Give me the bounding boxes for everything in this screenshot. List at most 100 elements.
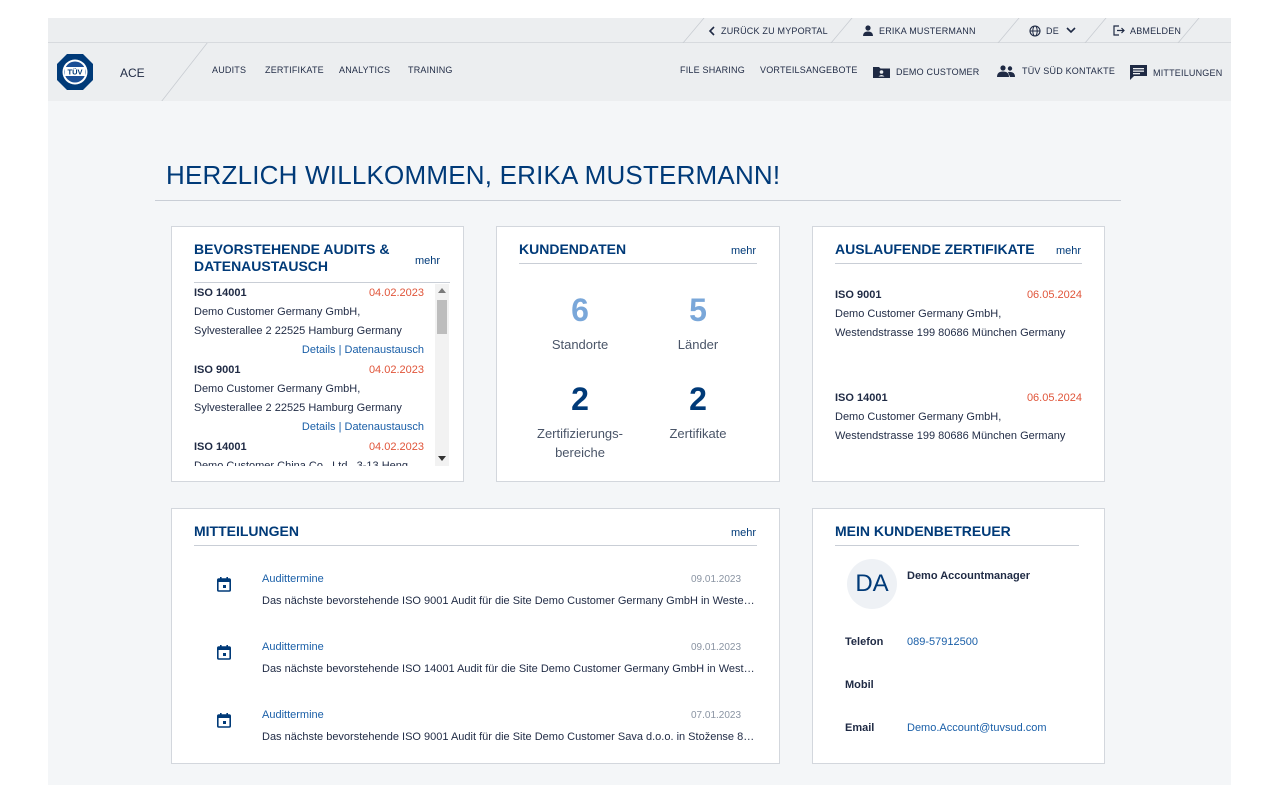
link-separator: | <box>338 344 342 356</box>
datenaustausch-link[interactable]: Datenaustausch <box>345 344 425 356</box>
audits-more-link[interactable]: mehr <box>415 255 440 267</box>
cert-address-line2: Westendstrasse 199 80686 München Germany <box>835 430 1066 442</box>
list-item[interactable]: Audittermine 09.01.2023 Das nächste bevo… <box>172 641 780 701</box>
stat-standorte-value: 6 <box>571 292 589 328</box>
calendar-icon <box>217 577 231 592</box>
avatar: DA <box>847 559 897 609</box>
card-title: AUSLAUFENDE ZERTIFIKATE <box>835 241 1035 257</box>
cert-standard: ISO 14001 <box>835 392 888 404</box>
calendar-icon <box>217 645 231 660</box>
details-link[interactable]: Details <box>302 344 336 356</box>
folder-user-icon <box>873 67 890 78</box>
notifications-card: MITTEILUNGEN mehr Audittermine 09.01.202… <box>171 508 780 764</box>
phone-label: Telefon <box>845 636 884 648</box>
account-manager-card: MEIN KUNDENBETREUER DA Demo Accountmanag… <box>812 508 1105 764</box>
link-separator: | <box>338 421 342 433</box>
divider <box>830 18 853 43</box>
main-nav: TÜV ACE AUDITS ZERTIFIKATE ANALYTICS TRA… <box>48 43 1231 101</box>
cert-address-line1: Demo Customer Germany GmbH, <box>835 308 1002 320</box>
audit-standard: ISO 14001 <box>194 287 247 299</box>
audits-scrollbar[interactable] <box>435 284 449 466</box>
nav-tuv-kontakte[interactable]: TÜV SÜD KONTAKTE <box>996 65 1115 77</box>
stat-standorte-label: Standorte <box>551 337 609 352</box>
logout-link[interactable]: ABMELDEN <box>1113 18 1181 43</box>
card-title-line2: DATENAUSTAUSCH <box>194 258 329 274</box>
cert-address-line1: Demo Customer Germany GmbH, <box>835 411 1002 423</box>
message-body: Das nächste bevorstehende ISO 9001 Audit… <box>262 595 757 607</box>
back-label: ZURÜCK ZU MYPORTAL <box>721 25 828 36</box>
user-menu[interactable]: ERIKA MUSTERMANN <box>862 18 976 43</box>
globe-icon <box>1029 24 1041 37</box>
datenaustausch-link[interactable]: Datenaustausch <box>345 421 425 433</box>
nav-mitteilungen[interactable]: MITTEILUNGEN <box>1130 65 1222 80</box>
audit-standard: ISO 14001 <box>194 441 247 453</box>
list-item[interactable]: Audittermine 07.01.2023 Das nächste bevo… <box>172 709 780 769</box>
list-item: ISO 9001 04.02.2023 Demo Customer German… <box>194 361 424 438</box>
card-divider <box>194 282 450 283</box>
card-divider <box>194 545 757 546</box>
kunden-more-link[interactable]: mehr <box>731 245 756 257</box>
list-item: ISO 14001 06.05.2024 Demo Customer Germa… <box>835 389 1082 446</box>
audit-address-line1: Demo Customer Germany GmbH, <box>194 383 361 395</box>
email-link[interactable]: Demo.Account@tuvsud.com <box>907 722 1047 734</box>
message-title: Audittermine <box>262 641 324 653</box>
list-item[interactable]: Audittermine 09.01.2023 Das nächste bevo… <box>172 573 780 633</box>
mitteilungen-more-link[interactable]: mehr <box>731 527 756 539</box>
audit-address-line1: Demo Customer Germany GmbH, <box>194 306 361 318</box>
stat-bereiche-label-line1: Zertifizierungs- <box>537 426 623 441</box>
nav-audits[interactable]: AUDITS <box>212 65 246 75</box>
tuv-logo-icon[interactable]: TÜV <box>56 53 94 91</box>
upcoming-audits-card: BEVORSTEHENDE AUDITS & DATENAUSTAUSCH me… <box>171 226 464 482</box>
cert-date: 06.05.2024 <box>1026 289 1082 301</box>
app-name: ACE <box>120 66 145 80</box>
scrollbar-thumb[interactable] <box>437 300 447 334</box>
logout-icon <box>1113 25 1125 36</box>
message-body: Das nächste bevorstehende ISO 9001 Audit… <box>262 731 757 743</box>
card-title: KUNDENDATEN <box>519 241 627 257</box>
back-to-myportal-link[interactable]: ZURÜCK ZU MYPORTAL <box>708 18 828 43</box>
language-label: DE <box>1046 25 1059 36</box>
title-divider <box>155 200 1121 201</box>
details-link[interactable]: Details <box>302 421 336 433</box>
mitteilungen-label: MITTEILUNGEN <box>1153 67 1223 78</box>
audit-address-line2: Sylvesterallee 2 22525 Hamburg Germany <box>194 402 402 414</box>
demo-customer-label: DEMO CUSTOMER <box>896 66 980 77</box>
audit-date: 04.02.2023 <box>368 364 424 376</box>
cert-address-line2: Westendstrasse 199 80686 München Germany <box>835 327 1066 339</box>
stat-zertifikate-label: Zertifikate <box>669 426 727 441</box>
stat-bereiche-value: 2 <box>571 381 589 417</box>
stat-bereiche-label: Zertifizierungs- bereiche <box>520 424 640 462</box>
nav-vorteilsangebote[interactable]: VORTEILSANGEBOTE <box>760 65 858 75</box>
card-divider <box>835 263 1082 264</box>
audit-address-line2: Sylvesterallee 2 22525 Hamburg Germany <box>194 325 402 337</box>
nav-analytics[interactable]: ANALYTICS <box>339 65 390 75</box>
nav-zertifikate[interactable]: ZERTIFIKATE <box>265 65 324 75</box>
nav-demo-customer[interactable]: DEMO CUSTOMER <box>873 65 979 78</box>
nav-file-sharing[interactable]: FILE SHARING <box>680 65 745 75</box>
chevron-down-icon <box>1066 27 1076 34</box>
audit-date: 04.02.2023 <box>368 441 424 453</box>
stat-laender-value: 5 <box>689 292 707 328</box>
message-title: Audittermine <box>262 573 324 585</box>
nav-training[interactable]: TRAINING <box>408 65 453 75</box>
utility-bar: ZURÜCK ZU MYPORTAL ERIKA MUSTERMANN DE A… <box>48 18 1231 43</box>
zert-more-link[interactable]: mehr <box>1056 245 1081 257</box>
calendar-icon <box>217 713 231 728</box>
list-item: ISO 14001 04.02.2023 Demo Customer Germa… <box>194 284 424 361</box>
language-select[interactable]: DE <box>1029 18 1081 43</box>
stat-bereiche-label-line2: bereiche <box>555 445 605 460</box>
cert-standard: ISO 9001 <box>835 289 882 301</box>
audit-address-line1: Demo Customer China Co., Ltd., 3-13 Heng <box>194 460 408 466</box>
mobile-label: Mobil <box>845 679 874 691</box>
manager-name: Demo Accountmanager <box>907 570 1031 582</box>
audit-date: 04.02.2023 <box>368 287 424 299</box>
page-title: HERZLICH WILLKOMMEN, ERIKA MUSTERMANN! <box>166 160 781 190</box>
scroll-up-icon[interactable] <box>438 288 446 293</box>
phone-link[interactable]: 089-57912500 <box>907 636 978 648</box>
scroll-down-icon[interactable] <box>438 456 446 461</box>
customer-data-card: KUNDENDATEN mehr 6 Standorte 5 Länder 2 … <box>496 226 780 482</box>
stat-laender-label: Länder <box>677 337 719 352</box>
cert-date: 06.05.2024 <box>1026 392 1082 404</box>
people-icon <box>997 65 1015 77</box>
logout-label: ABMELDEN <box>1130 25 1182 36</box>
